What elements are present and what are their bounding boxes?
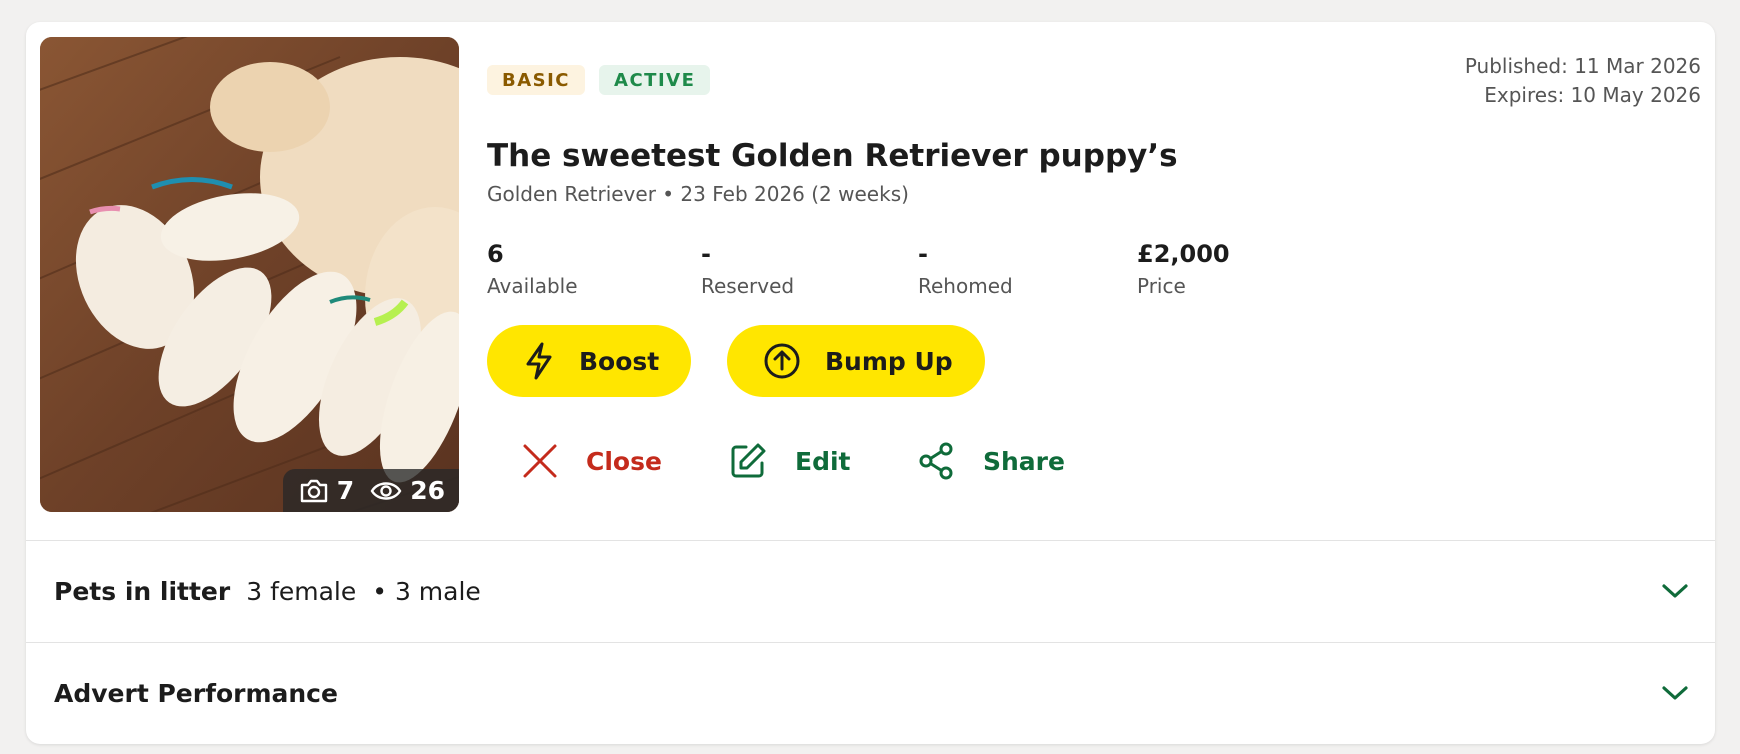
stat-label: Available xyxy=(487,274,578,298)
eye-icon xyxy=(370,479,402,503)
chevron-down-icon[interactable] xyxy=(1661,684,1689,702)
listing-title: The sweetest Golden Retriever puppy’s xyxy=(487,138,1178,174)
pets-in-litter-accordion[interactable]: Pets in litter 3 female • 3 male xyxy=(26,540,1715,641)
listing-subtitle: Golden Retriever • 23 Feb 2026 (2 weeks) xyxy=(487,182,909,206)
female-count: 3 female xyxy=(246,576,357,606)
photo-stats-overlay: 7 26 xyxy=(282,469,459,512)
stat-value: £2,000 xyxy=(1137,240,1230,268)
boost-button[interactable]: Boost xyxy=(487,325,692,397)
male-count: • 3 male xyxy=(372,576,481,606)
lightning-icon xyxy=(523,341,555,381)
listing-dates: Published: 11 Mar 2026 Expires: 10 May 2… xyxy=(1465,52,1701,110)
edit-button[interactable]: Edit xyxy=(729,435,851,487)
advert-performance-accordion[interactable]: Advert Performance xyxy=(26,642,1715,743)
share-icon xyxy=(919,442,955,480)
close-button[interactable]: Close xyxy=(522,435,662,487)
chevron-down-icon[interactable] xyxy=(1661,582,1689,600)
published-date: Published: 11 Mar 2026 xyxy=(1464,54,1701,78)
stat-available: 6 Available xyxy=(487,240,578,298)
listing-badges: BASIC ACTIVE xyxy=(487,65,711,95)
stat-price: £2,000 Price xyxy=(1137,240,1230,298)
stat-label: Rehomed xyxy=(918,274,1013,298)
boost-label: Boost xyxy=(579,346,660,376)
camera-icon xyxy=(299,477,329,505)
close-label: Close xyxy=(586,446,662,476)
photo-count: 7 xyxy=(336,476,355,505)
stat-rehomed: - Rehomed xyxy=(918,240,1013,298)
view-count: 26 xyxy=(410,476,445,505)
arrow-up-circle-icon xyxy=(763,342,801,380)
stat-value: - xyxy=(918,240,928,268)
status-badge: ACTIVE xyxy=(599,65,711,95)
stat-label: Reserved xyxy=(701,274,795,298)
expires-date: Expires: 10 May 2026 xyxy=(1484,83,1701,107)
edit-label: Edit xyxy=(795,446,851,476)
close-x-icon xyxy=(522,443,558,479)
bump-up-label: Bump Up xyxy=(825,346,953,376)
listing-card: 7 26 BASIC ACTIVE Published: 11 Mar 2026… xyxy=(26,22,1715,744)
stat-value: - xyxy=(701,240,711,268)
share-button[interactable]: Share xyxy=(919,435,1065,487)
puppies-image xyxy=(40,37,459,512)
stat-reserved: - Reserved xyxy=(701,240,794,298)
edit-pencil-icon xyxy=(729,442,767,480)
listing-photo[interactable]: 7 26 xyxy=(40,37,459,512)
bump-up-button[interactable]: Bump Up xyxy=(727,325,985,397)
stat-value: 6 xyxy=(487,240,504,268)
accordion-heading: Pets in litter xyxy=(54,576,231,606)
tier-badge: BASIC xyxy=(487,65,586,95)
accordion-heading: Advert Performance xyxy=(54,678,338,708)
stat-label: Price xyxy=(1137,274,1186,298)
share-label: Share xyxy=(983,446,1065,476)
